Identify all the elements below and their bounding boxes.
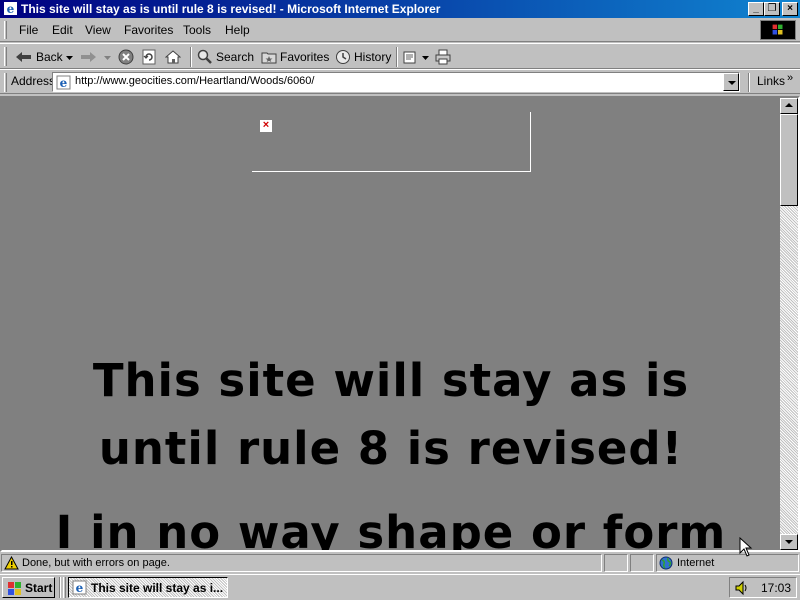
close-button[interactable]: × xyxy=(782,2,798,16)
scroll-up-button[interactable] xyxy=(780,98,798,114)
stop-button[interactable] xyxy=(118,49,134,65)
history-button[interactable]: History xyxy=(335,49,391,65)
ie-page-icon: e xyxy=(4,2,17,16)
status-bar: Done, but with errors on page. Internet xyxy=(0,553,800,573)
toolbar-grip[interactable] xyxy=(4,47,7,66)
history-label: History xyxy=(354,50,392,64)
title-bar[interactable]: e This site will stay as is until rule 8… xyxy=(0,0,800,18)
home-icon xyxy=(165,50,181,64)
menu-file[interactable]: File xyxy=(19,23,38,37)
taskbar-separator xyxy=(59,577,61,598)
address-dropdown-button[interactable] xyxy=(723,73,739,91)
stop-icon xyxy=(118,49,134,65)
links-chevron-icon[interactable]: » xyxy=(787,72,793,84)
scroll-down-button[interactable] xyxy=(780,534,798,550)
status-zone-panel: Internet xyxy=(656,554,799,572)
mail-icon xyxy=(403,51,416,64)
page-content[interactable]: × This site will stay as is until rule 8… xyxy=(2,98,780,550)
links-button[interactable]: Links xyxy=(757,74,785,88)
toolbar-separator xyxy=(396,47,398,67)
menu-bar: File Edit View Favorites Tools Help xyxy=(0,18,800,42)
menu-tools[interactable]: Tools xyxy=(183,23,211,37)
page-icon: e xyxy=(56,75,71,90)
mouse-pointer-icon xyxy=(739,537,753,557)
forward-button[interactable] xyxy=(79,49,97,65)
globe-icon xyxy=(659,556,673,570)
refresh-icon xyxy=(142,49,156,65)
menu-help[interactable]: Help xyxy=(225,23,250,37)
forward-arrow-icon xyxy=(81,52,96,62)
headline-line-3: I in no way shape or form xyxy=(55,506,727,550)
search-button[interactable]: Search xyxy=(197,49,254,65)
favorites-label: Favorites xyxy=(280,50,330,64)
mail-button[interactable] xyxy=(403,49,419,65)
print-icon xyxy=(435,49,451,65)
address-url[interactable]: http://www.geocities.com/Heartland/Woods… xyxy=(75,75,314,87)
mail-dropdown-icon[interactable] xyxy=(422,56,429,60)
clock[interactable]: 17:03 xyxy=(761,581,791,595)
forward-dropdown-icon[interactable] xyxy=(104,56,111,60)
broken-image-icon: × xyxy=(259,119,273,133)
zone-text: Internet xyxy=(677,557,715,569)
home-button[interactable] xyxy=(165,49,181,65)
address-bar: Address e http://www.geocities.com/Heart… xyxy=(0,69,800,94)
headline-line-2: until rule 8 is revised! xyxy=(98,422,684,475)
taskbar: Start e This site will stay as i... 17:0… xyxy=(0,574,800,600)
menu-favorites[interactable]: Favorites xyxy=(124,23,173,37)
back-label: Back xyxy=(36,50,63,64)
start-label: Start xyxy=(25,581,53,595)
svg-text:e: e xyxy=(76,581,84,595)
back-arrow-icon xyxy=(16,52,31,62)
address-label: Address xyxy=(11,74,56,88)
status-main-panel: Done, but with errors on page. xyxy=(1,554,602,572)
window-title: This site will stay as is until rule 8 i… xyxy=(21,2,441,16)
svg-text:e: e xyxy=(7,2,15,16)
taskbar-grip[interactable] xyxy=(63,577,66,598)
minimize-button[interactable]: _ xyxy=(748,2,764,16)
svg-text:e: e xyxy=(60,76,68,90)
restore-button[interactable]: ❐ xyxy=(764,2,780,16)
address-input[interactable]: e http://www.geocities.com/Heartland/Woo… xyxy=(52,72,740,92)
menu-edit[interactable]: Edit xyxy=(52,23,73,37)
favorites-button[interactable]: Favorites xyxy=(261,49,329,65)
ie-page-icon: e xyxy=(72,580,87,595)
windows-flag-icon xyxy=(772,24,783,35)
throbber-windows-logo-icon xyxy=(760,20,796,40)
windows-logo-icon xyxy=(8,582,21,595)
menu-bar-grip[interactable] xyxy=(4,21,7,39)
headline-line-1: This site will stay as is xyxy=(92,354,690,407)
standard-toolbar: Back Search Favorites History xyxy=(0,43,800,69)
taskbar-ie-label: This site will stay as i... xyxy=(91,581,224,595)
back-dropdown-icon[interactable] xyxy=(66,56,73,60)
back-button[interactable]: Back xyxy=(15,49,63,65)
system-tray: 17:03 xyxy=(729,577,797,598)
address-bar-grip[interactable] xyxy=(4,73,7,92)
status-text: Done, but with errors on page. xyxy=(22,557,170,569)
menu-view[interactable]: View xyxy=(85,23,111,37)
toolbar-separator xyxy=(190,47,192,67)
start-button[interactable]: Start xyxy=(2,577,55,598)
warning-icon[interactable] xyxy=(4,556,19,570)
links-separator xyxy=(748,73,750,92)
history-icon xyxy=(336,50,350,64)
vertical-scrollbar[interactable] xyxy=(780,98,798,550)
search-label: Search xyxy=(216,50,255,64)
refresh-button[interactable] xyxy=(141,49,157,65)
taskbar-ie-window-button[interactable]: e This site will stay as i... xyxy=(68,577,228,598)
status-panel-progress xyxy=(604,554,628,572)
print-button[interactable] xyxy=(435,49,451,65)
broken-image-placeholder: × xyxy=(252,112,531,172)
status-panel-secure xyxy=(630,554,654,572)
scroll-thumb[interactable] xyxy=(780,114,798,206)
search-icon xyxy=(197,49,212,64)
favorites-folder-icon xyxy=(261,52,277,64)
speaker-icon[interactable] xyxy=(734,580,750,596)
